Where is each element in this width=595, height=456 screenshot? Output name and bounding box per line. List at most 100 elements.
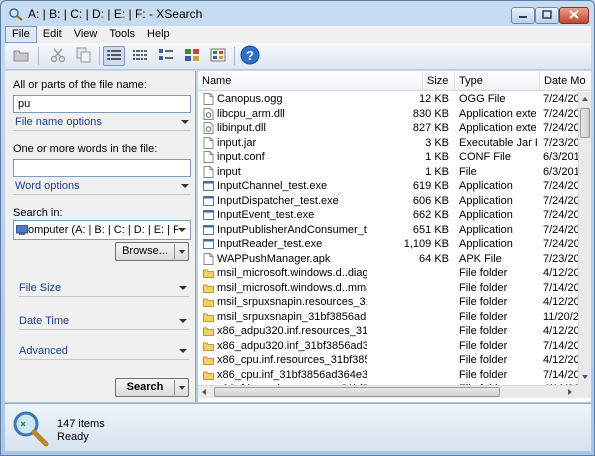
table-row[interactable]: msil_srpuxsnapin.resources_31bf3856 File … xyxy=(198,295,578,310)
close-button[interactable] xyxy=(559,7,589,24)
table-row[interactable]: x86_cpu.inf_31bf3856ad364e35_6.1 File fol… xyxy=(198,368,578,383)
row-date: 7/24/20 xyxy=(543,180,578,192)
table-row[interactable]: WAPPushManager.apk 64 KB APK File 7/23/20 xyxy=(198,252,578,267)
row-size: 830 KB xyxy=(412,107,449,120)
column-size[interactable]: Size xyxy=(423,71,455,91)
filename-input[interactable] xyxy=(13,95,191,113)
table-row[interactable]: libcpu_arm.dll 830 KB Application extensio… xyxy=(198,107,578,122)
scroll-left-icon[interactable] xyxy=(202,389,206,395)
menu-edit[interactable]: Edit xyxy=(37,26,68,43)
column-date-modified[interactable]: Date Mo xyxy=(540,71,591,91)
table-row[interactable]: InputPublisherAndConsumer_test.exe 651 KB… xyxy=(198,223,578,238)
search-button-label: Search xyxy=(126,381,164,393)
computer-icon xyxy=(15,224,29,235)
folder-icon xyxy=(203,296,214,308)
row-type: File xyxy=(459,165,477,178)
details-view-button[interactable] xyxy=(103,46,125,66)
vertical-scroll-thumb[interactable] xyxy=(580,108,590,138)
menu-bar: File Edit View Tools Help xyxy=(5,26,591,43)
words-input[interactable] xyxy=(13,159,191,177)
folder-icon xyxy=(203,340,214,352)
horizontal-scrollbar[interactable] xyxy=(198,385,578,398)
table-row[interactable]: input.jar 3 KB Executable Jar File 7/23/20 xyxy=(198,136,578,151)
table-row[interactable]: libinput.dll 827 KB Application extension 7… xyxy=(198,121,578,136)
row-size: 651 KB xyxy=(412,223,449,236)
horizontal-scroll-thumb[interactable] xyxy=(214,387,500,397)
table-row[interactable]: input.conf 1 KB CONF File 6/3/201 xyxy=(198,150,578,165)
file-icon xyxy=(203,165,214,178)
cut-button[interactable] xyxy=(47,46,69,66)
row-date: 4/12/20 xyxy=(543,296,578,308)
scroll-up-icon[interactable] xyxy=(582,97,588,101)
table-row[interactable]: InputChannel_test.exe 619 KB Application 7/… xyxy=(198,179,578,194)
table-row[interactable]: msil_srpuxsnapin_31bf3856ad364e35 File fo… xyxy=(198,310,578,325)
menu-help[interactable]: Help xyxy=(141,26,176,43)
tiles-view-button[interactable] xyxy=(181,46,203,66)
row-name: InputDispatcher_test.exe xyxy=(217,194,339,207)
minimize-icon xyxy=(518,10,528,22)
row-size: 827 KB xyxy=(412,122,449,134)
scroll-right-icon[interactable] xyxy=(568,389,572,395)
thumbnails-view-button[interactable] xyxy=(207,46,229,66)
row-name: input.jar xyxy=(217,136,257,149)
search-button[interactable]: Search xyxy=(115,378,189,397)
small-icons-view-button[interactable] xyxy=(155,46,177,66)
row-type: Application extension xyxy=(459,107,537,120)
search-panel: All or parts of the file name: File name… xyxy=(5,71,196,402)
row-name: x86_cpu.inf.resources_31bf3856ad364e35 xyxy=(217,354,367,366)
table-row[interactable]: Canopus.ogg 12 KB OGG File 7/24/20 xyxy=(198,92,578,107)
row-name: InputChannel_test.exe xyxy=(217,180,328,192)
row-name: msil_srpuxsnapin.resources_31bf3856 xyxy=(217,296,367,308)
table-row[interactable]: InputReader_test.exe 1,109 KB Application 7… xyxy=(198,237,578,252)
file-size-filter[interactable]: File Size xyxy=(19,281,189,297)
search-in-select[interactable]: omputer (A: | B: | C: | D: | E: | F:) xyxy=(13,220,191,240)
split-divider xyxy=(174,244,175,259)
svg-text:?: ? xyxy=(246,48,254,63)
browse-button[interactable]: Browse... xyxy=(115,242,189,261)
scroll-down-icon[interactable] xyxy=(582,375,588,379)
table-row[interactable]: msil_microsoft.windows.d..diagnostics Fil… xyxy=(198,266,578,281)
xsearch-app-icon xyxy=(8,7,24,21)
date-time-filter[interactable]: Date Time xyxy=(19,314,189,330)
open-folder-button[interactable] xyxy=(11,46,33,66)
table-row[interactable]: input 1 KB File 6/3/201 xyxy=(198,165,578,180)
table-row[interactable]: x86_cpu.inf.resources_31bf3856ad364e35 Fi… xyxy=(198,353,578,368)
maximize-button[interactable] xyxy=(535,7,559,24)
browse-label: Browse... xyxy=(122,245,168,257)
menu-view[interactable]: View xyxy=(68,26,104,43)
title-bar[interactable]: A: | B: | C: | D: | E: | F: - XSearch xyxy=(1,1,594,26)
row-type: File folder xyxy=(459,267,508,279)
row-name: msil_microsoft.windows.d..diagnostics xyxy=(217,267,367,279)
minimize-button[interactable] xyxy=(511,7,535,24)
row-date: 7/24/20 xyxy=(543,107,578,120)
row-name: x86_adpu320.inf_31bf3856ad364e35 xyxy=(217,339,367,352)
row-date: 4/12/20 xyxy=(543,354,578,366)
column-type[interactable]: Type xyxy=(455,71,540,91)
table-row[interactable]: msil_microsoft.windows.d..mmandlets File … xyxy=(198,281,578,296)
copy-button[interactable] xyxy=(73,46,95,66)
thumbnails-view-icon xyxy=(210,48,226,65)
row-type: Application xyxy=(459,180,513,192)
column-name[interactable]: Name xyxy=(198,71,423,91)
menu-tools[interactable]: Tools xyxy=(103,26,141,43)
row-date: 6/3/201 xyxy=(543,165,578,178)
word-options-dropdown[interactable]: Word options xyxy=(13,179,191,195)
vertical-scrollbar[interactable] xyxy=(578,92,591,385)
row-name: x86_adpu320.inf.resources_31bf3856 xyxy=(217,325,367,337)
list-view-button[interactable] xyxy=(129,46,151,66)
scrollbar-corner xyxy=(578,385,591,398)
row-name: msil_srpuxsnapin_31bf3856ad364e35 xyxy=(217,310,367,323)
menu-file[interactable]: File xyxy=(5,26,37,43)
advanced-filter[interactable]: Advanced xyxy=(19,344,189,360)
application-icon xyxy=(203,180,214,192)
table-row[interactable]: InputDispatcher_test.exe 606 KB Applicatio… xyxy=(198,194,578,209)
row-type: Application xyxy=(459,209,513,221)
help-button[interactable]: ? xyxy=(239,45,261,66)
table-row[interactable]: x86_adpu320.inf_31bf3856ad364e35 File fol… xyxy=(198,339,578,354)
filename-options-dropdown[interactable]: File name options xyxy=(13,115,191,131)
status-state: Ready xyxy=(57,431,89,443)
row-type: Executable Jar File xyxy=(459,136,537,149)
table-row[interactable]: x86_adpu320.inf.resources_31bf3856 File f… xyxy=(198,324,578,339)
row-name: libcpu_arm.dll xyxy=(217,107,285,120)
table-row[interactable]: InputEvent_test.exe 662 KB Application 7/24… xyxy=(198,208,578,223)
